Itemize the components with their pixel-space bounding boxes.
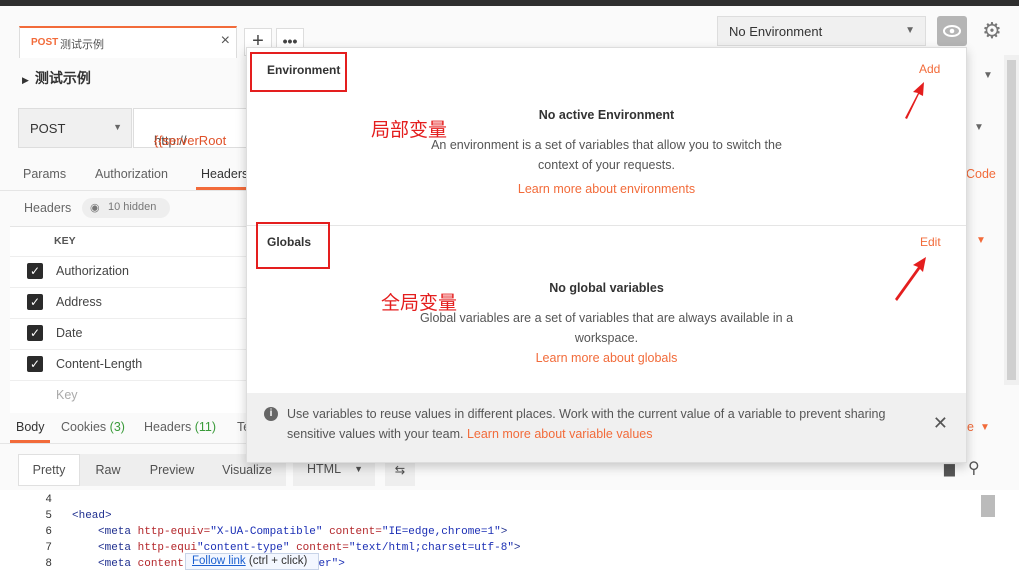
tab-name: 测试示例 — [60, 39, 104, 51]
title-bar — [0, 0, 1019, 6]
tab-headers[interactable]: Headers — [201, 167, 248, 181]
checkbox-checked-icon[interactable]: ✓ — [27, 294, 43, 310]
gear-icon: ⚙ — [982, 18, 1002, 43]
environment-quick-look-button[interactable] — [937, 16, 967, 46]
annotation-arrows — [895, 82, 926, 301]
chevron-down-icon: ▼ — [983, 70, 993, 81]
add-environment-link[interactable]: Add — [919, 62, 940, 76]
globals-description: Global variables are a set of variables … — [419, 311, 794, 345]
close-tab-icon[interactable]: × — [221, 32, 230, 50]
learn-more-environments-link[interactable]: Learn more about environments — [247, 182, 966, 196]
url-input[interactable]: http://{{serverRoot — [133, 108, 247, 148]
method-value: POST — [30, 121, 66, 136]
environment-selected: No Environment — [729, 24, 823, 39]
key-column-header: KEY — [54, 235, 76, 247]
environment-description: An environment is a set of variables tha… — [431, 138, 782, 172]
table-row: ✓ Content-Length — [10, 349, 247, 381]
no-global-variables-heading: No global variables — [549, 281, 664, 295]
checkbox-checked-icon[interactable]: ✓ — [27, 325, 43, 341]
variables-info-banner: i Use variables to reuse values in diffe… — [247, 393, 966, 462]
learn-more-globals-link[interactable]: Learn more about globals — [247, 351, 966, 365]
info-icon: i — [264, 407, 278, 421]
chevron-down-icon: ▼ — [354, 464, 363, 474]
preview-button[interactable]: Preview — [136, 454, 208, 486]
headers-subheader: Headers ◉ 10 hidden — [0, 195, 247, 223]
wrap-icon: ⇆ — [394, 463, 406, 477]
search-icon[interactable]: ⚲ — [968, 458, 980, 478]
response-tabs: Body Cookies (3) Headers (11) Te — [0, 413, 250, 444]
method-select[interactable]: POST ▼ — [18, 108, 132, 148]
close-icon[interactable]: ✕ — [933, 413, 948, 434]
chevron-down-icon: ▼ — [113, 122, 122, 132]
annotation-box-environment — [250, 52, 347, 92]
save-response-fragment[interactable]: e — [967, 420, 974, 434]
headers-table: KEY ✓ Authorization ✓ Address ✓ Date ✓ C… — [10, 226, 247, 413]
arrow-to-add-icon — [905, 82, 924, 119]
table-row: ✓ Date — [10, 318, 247, 350]
tab-params[interactable]: Params — [23, 167, 66, 181]
learn-more-variable-values-link[interactable]: Learn more about variable values — [467, 427, 653, 441]
annotation-box-globals — [256, 222, 330, 269]
checkbox-checked-icon[interactable]: ✓ — [27, 263, 43, 279]
code-line: <head> — [72, 510, 112, 522]
follow-link-tooltip: Follow link (ctrl + click) — [185, 553, 319, 570]
response-editor[interactable]: 4 5 6 7 8 <head> <meta http-equiv="X-UA-… — [0, 490, 1019, 570]
scrollbar-thumb[interactable] — [1007, 60, 1016, 380]
raw-button[interactable]: Raw — [80, 454, 136, 486]
chevron-down-icon[interactable]: ▼ — [974, 122, 984, 133]
chevron-down-icon: ▼ — [905, 25, 915, 36]
line-number: 6 — [45, 526, 52, 538]
tab-cookies[interactable]: Cookies (3) — [61, 420, 125, 434]
active-tab-indicator — [196, 187, 247, 190]
url-variable: {{serverRoot — [154, 133, 227, 148]
headers-title: Headers — [24, 201, 72, 215]
chevron-down-icon[interactable]: ▼ — [976, 235, 986, 246]
line-number: 8 — [45, 558, 52, 570]
section-divider — [247, 225, 966, 226]
tab-method: POST — [31, 37, 59, 48]
code-link[interactable]: Code — [966, 167, 996, 181]
request-tabs: Params Authorization Headers — [0, 160, 248, 191]
request-title[interactable]: ▶ 测试示例 — [22, 68, 91, 88]
chevron-down-icon[interactable]: ▼ — [980, 422, 990, 433]
editor-scrollbar-thumb[interactable] — [981, 495, 995, 517]
checkbox-checked-icon[interactable]: ✓ — [27, 356, 43, 372]
active-tab-indicator — [10, 440, 50, 443]
key-input[interactable]: Key — [56, 388, 78, 402]
annotation-local-label: 局部变量 — [371, 119, 448, 141]
tab-authorization[interactable]: Authorization — [95, 167, 168, 181]
request-tab[interactable]: POST 测试示例 × — [19, 26, 237, 58]
code-line: <meta http-equiv="X-UA-Compatible" conte… — [98, 526, 508, 538]
eye-icon — [943, 25, 961, 37]
annotation-global-label: 全局变量 — [381, 292, 458, 314]
line-number: 4 — [45, 494, 52, 506]
environment-quick-look-panel: Environment Add No active Environment An… — [246, 47, 967, 463]
no-active-environment-heading: No active Environment — [538, 108, 675, 122]
hidden-headers-toggle[interactable]: ◉ 10 hidden — [82, 198, 170, 218]
settings-button[interactable]: ⚙ — [977, 16, 1007, 46]
table-row: ✓ Authorization — [10, 256, 247, 288]
environment-select[interactable]: No Environment ▼ — [717, 16, 926, 46]
table-row: Key — [10, 380, 247, 411]
table-row: ✓ Address — [10, 287, 247, 319]
tab-headers-response[interactable]: Headers (11) — [144, 420, 216, 434]
eye-icon: ◉ — [90, 202, 100, 214]
arrow-to-edit-icon — [895, 257, 926, 301]
table-header-row: KEY — [10, 227, 247, 257]
caret-right-icon: ▶ — [22, 75, 29, 85]
pretty-button[interactable]: Pretty — [18, 454, 80, 486]
line-number: 5 — [45, 510, 52, 522]
tab-body[interactable]: Body — [16, 420, 45, 434]
follow-link[interactable]: Follow link — [192, 555, 246, 567]
line-number: 7 — [45, 542, 52, 554]
